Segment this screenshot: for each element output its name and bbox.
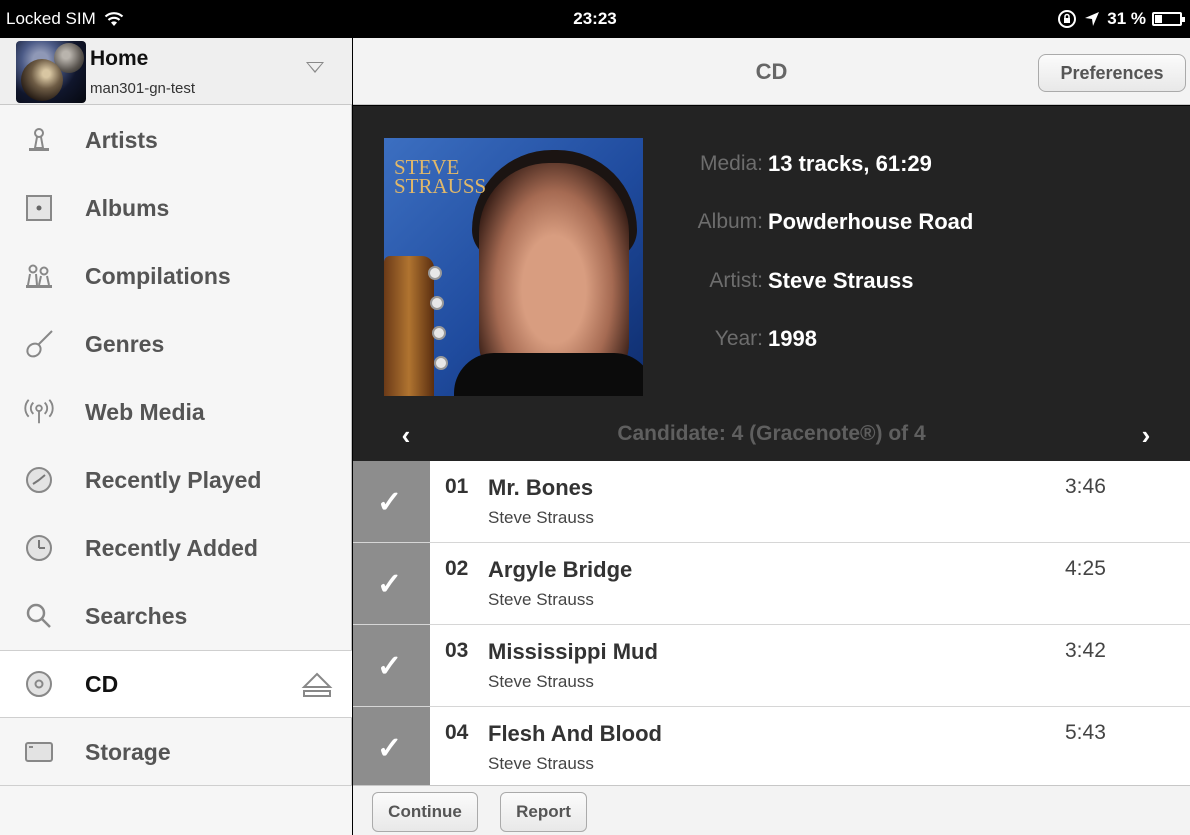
track-checkbox[interactable]: ✓ (353, 543, 430, 624)
location-icon (1085, 12, 1100, 26)
track-title: Mississippi Mud (488, 639, 658, 664)
table-row[interactable]: ✓ 01 Mr. Bones Steve Strauss 3:46 (353, 461, 1190, 543)
sidebar-item-label: Compilations (85, 262, 231, 289)
carrier-label: Locked SIM (6, 9, 96, 28)
chevron-right-icon[interactable]: › (1126, 416, 1166, 456)
guitar-icon (24, 329, 54, 359)
track-number: 01 (445, 475, 469, 498)
checkmark-icon: ✓ (377, 486, 403, 519)
sidebar-item-albums[interactable]: Albums (0, 174, 352, 242)
sidebar-item-compilations[interactable]: Compilations (0, 242, 352, 310)
search-icon (24, 601, 54, 631)
status-time: 23:23 (573, 9, 617, 28)
sidebar-item-label: Searches (85, 602, 188, 629)
sidebar-item-label: Storage (85, 738, 171, 765)
checkmark-icon: ✓ (377, 650, 403, 683)
track-title: Argyle Bridge (488, 557, 633, 582)
track-number: 03 (445, 639, 469, 662)
sidebar-item-label: Recently Played (85, 466, 262, 493)
compilations-icon (24, 261, 54, 291)
sidebar-item-label: Artists (85, 126, 158, 153)
track-duration: 3:42 (1065, 639, 1106, 662)
album-icon (24, 193, 54, 223)
table-row[interactable]: ✓ 03 Mississippi Mud Steve Strauss 3:42 (353, 625, 1190, 707)
report-button[interactable]: Report (500, 792, 587, 832)
track-title: Flesh And Blood (488, 721, 662, 746)
checkmark-icon: ✓ (377, 568, 403, 601)
track-checkbox[interactable]: ✓ (353, 707, 430, 785)
sidebar-item-label: Albums (85, 194, 170, 221)
sidebar-nav: Artists Albums Compilations Genres Web M… (0, 106, 352, 786)
clock-icon (24, 465, 54, 495)
preferences-button[interactable]: Preferences (1038, 54, 1186, 92)
track-duration: 3:46 (1065, 475, 1106, 498)
sidebar-item-label: Web Media (85, 398, 205, 425)
sidebar-item-artists[interactable]: Artists (0, 106, 352, 174)
sidebar-footer (0, 785, 352, 835)
bottom-toolbar: Continue Report (353, 785, 1190, 835)
album-cover: Steve Strauss (384, 138, 643, 396)
sidebar-item-label: CD (85, 670, 119, 697)
sidebar-item-storage[interactable]: Storage (0, 718, 352, 786)
sidebar-item-searches[interactable]: Searches (0, 582, 352, 650)
cd-icon (24, 669, 54, 699)
sidebar-item-recently-added[interactable]: Recently Added (0, 514, 352, 582)
cover-text-line2: Strauss (394, 174, 487, 198)
sidebar-item-label: Genres (85, 330, 165, 357)
cd-info-panel: Steve Strauss Media: 13 tracks, 61:29 Al… (353, 106, 1190, 461)
track-artist: Steve Strauss (488, 508, 594, 527)
sidebar-item-label: Recently Added (85, 534, 258, 561)
sidebar-item-cd[interactable]: CD (0, 650, 352, 718)
sidebar-item-web-media[interactable]: Web Media (0, 378, 352, 446)
track-duration: 5:43 (1065, 721, 1106, 744)
track-artist: Steve Strauss (488, 754, 594, 773)
album-label: Album: (697, 210, 763, 233)
track-number: 02 (445, 557, 469, 580)
sidebar-item-recently-played[interactable]: Recently Played (0, 446, 352, 514)
sidebar: Home man301-gn-test Artists Albums Compi… (0, 38, 352, 835)
table-row[interactable]: ✓ 02 Argyle Bridge Steve Strauss 4:25 (353, 543, 1190, 625)
track-duration: 4:25 (1065, 557, 1106, 580)
cover-artist-text: Steve Strauss (394, 157, 487, 198)
track-artist: Steve Strauss (488, 672, 594, 691)
sidebar-item-genres[interactable]: Genres (0, 310, 352, 378)
avatar (16, 41, 86, 103)
chevron-down-icon[interactable] (306, 62, 324, 73)
track-list: ✓ 01 Mr. Bones Steve Strauss 3:46 ✓ 02 A… (353, 461, 1190, 785)
track-artist: Steve Strauss (488, 590, 594, 609)
candidate-selector: ‹ Candidate: 4 (Gracenote®) of 4 › (353, 416, 1190, 456)
storage-icon (24, 737, 54, 767)
track-number: 04 (445, 721, 469, 744)
artist-icon (24, 125, 54, 155)
status-right: 31 % (1057, 9, 1185, 29)
album-value: Powderhouse Road (768, 209, 974, 234)
artist-value: Steve Strauss (768, 268, 914, 293)
wifi-icon (104, 12, 124, 26)
antenna-icon (24, 397, 54, 427)
media-value: 13 tracks, 61:29 (768, 151, 932, 176)
clock-icon (24, 533, 54, 563)
status-left: Locked SIM (6, 9, 124, 29)
orientation-lock-icon (1058, 10, 1077, 28)
home-subtitle: man301-gn-test (90, 80, 196, 97)
continue-button[interactable]: Continue (372, 792, 478, 832)
track-checkbox[interactable]: ✓ (353, 625, 430, 706)
artist-label: Artist: (709, 269, 763, 292)
track-title: Mr. Bones (488, 475, 594, 500)
year-value: 1998 (768, 326, 817, 351)
battery-icon (1152, 12, 1185, 26)
status-bar: Locked SIM 23:23 31 % (0, 0, 1190, 38)
home-selector[interactable]: Home man301-gn-test (0, 38, 352, 105)
home-title: Home (90, 47, 149, 70)
candidate-text: Candidate: 4 (Gracenote®) of 4 (617, 422, 926, 445)
track-checkbox[interactable]: ✓ (353, 461, 430, 542)
checkmark-icon: ✓ (377, 732, 403, 765)
battery-percent: 31 % (1107, 9, 1146, 28)
year-label: Year: (714, 327, 763, 350)
eject-icon[interactable] (301, 671, 333, 699)
table-row[interactable]: ✓ 04 Flesh And Blood Steve Strauss 5:43 (353, 707, 1190, 785)
media-label: Media: (699, 152, 763, 175)
content-header: CD Preferences (353, 38, 1190, 105)
